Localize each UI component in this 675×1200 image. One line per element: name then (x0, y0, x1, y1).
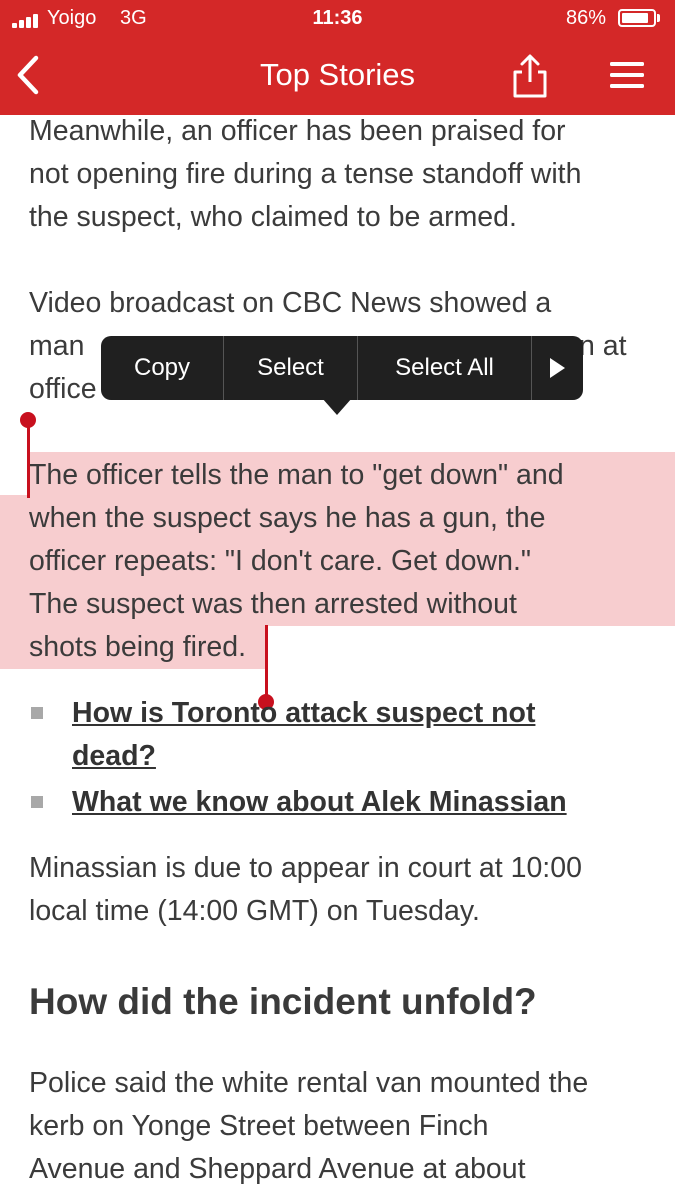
copy-button[interactable]: Copy (101, 336, 223, 400)
selection-end-bar (265, 625, 268, 701)
section-heading: How did the incident unfold? (29, 981, 537, 1022)
selection-highlight-left (0, 495, 27, 669)
paragraph-line: Video broadcast on CBC News showed a (29, 287, 552, 319)
paragraph-line: Meanwhile, an officer has been praised f… (29, 115, 566, 147)
selected-text-line[interactable]: when the suspect says he has a gun, the (29, 502, 546, 535)
list-bullet (31, 796, 43, 808)
list-bullet (31, 707, 43, 719)
text-edit-menu: Copy Select Select All (101, 336, 583, 400)
related-link-alek-minassian[interactable]: What we know about Alek Minassian (72, 786, 567, 819)
battery-icon (618, 9, 656, 27)
select-all-button[interactable]: Select All (358, 336, 531, 400)
more-options-button[interactable] (532, 336, 583, 400)
triangle-right-icon (550, 358, 565, 378)
paragraph-line: local time (14:00 GMT) on Tuesday. (29, 895, 480, 927)
share-button[interactable] (505, 50, 555, 100)
paragraph-line: the suspect, who claimed to be armed. (29, 201, 517, 233)
chevron-left-icon (17, 55, 39, 95)
selected-text-line[interactable]: The suspect was then arrested without (29, 588, 517, 621)
hamburger-menu-icon (610, 62, 644, 88)
share-icon (513, 54, 547, 98)
menu-button[interactable] (606, 56, 650, 96)
paragraph-line: man (29, 330, 85, 362)
selection-start-bar (27, 422, 30, 498)
related-link-toronto-suspect[interactable]: How is Toronto attack suspect not (72, 697, 535, 730)
paragraph-line: kerb on Yonge Street between Finch (29, 1110, 489, 1142)
battery-tip (657, 14, 660, 22)
paragraph-line: not opening fire during a tense standoff… (29, 158, 582, 190)
page-title: Top Stories (259, 57, 416, 92)
paragraph-line: n at (579, 330, 627, 362)
app-header: Yoigo 3G 11:36 86% Top Stories (0, 0, 675, 115)
battery-percent: 86% (566, 7, 607, 29)
status-bar: Yoigo 3G 11:36 86% (0, 0, 675, 38)
back-button[interactable] (10, 52, 50, 98)
select-button[interactable]: Select (224, 336, 357, 400)
paragraph-line: Minassian is due to appear in court at 1… (29, 852, 582, 884)
selected-text-line[interactable]: officer repeats: "I don't care. Get down… (29, 545, 531, 578)
menu-pointer (322, 398, 352, 415)
paragraph-line: Avenue and Sheppard Avenue at about (29, 1153, 526, 1185)
selected-text-line[interactable]: The officer tells the man to "get down" … (29, 459, 564, 492)
selected-text-line[interactable]: shots being fired. (29, 631, 246, 664)
paragraph-line: Police said the white rental van mounted… (29, 1067, 589, 1099)
related-link-toronto-suspect-cont[interactable]: dead? (72, 740, 156, 773)
article-body: Meanwhile, an officer has been praised f… (0, 115, 675, 1200)
paragraph-line: office (29, 373, 97, 405)
